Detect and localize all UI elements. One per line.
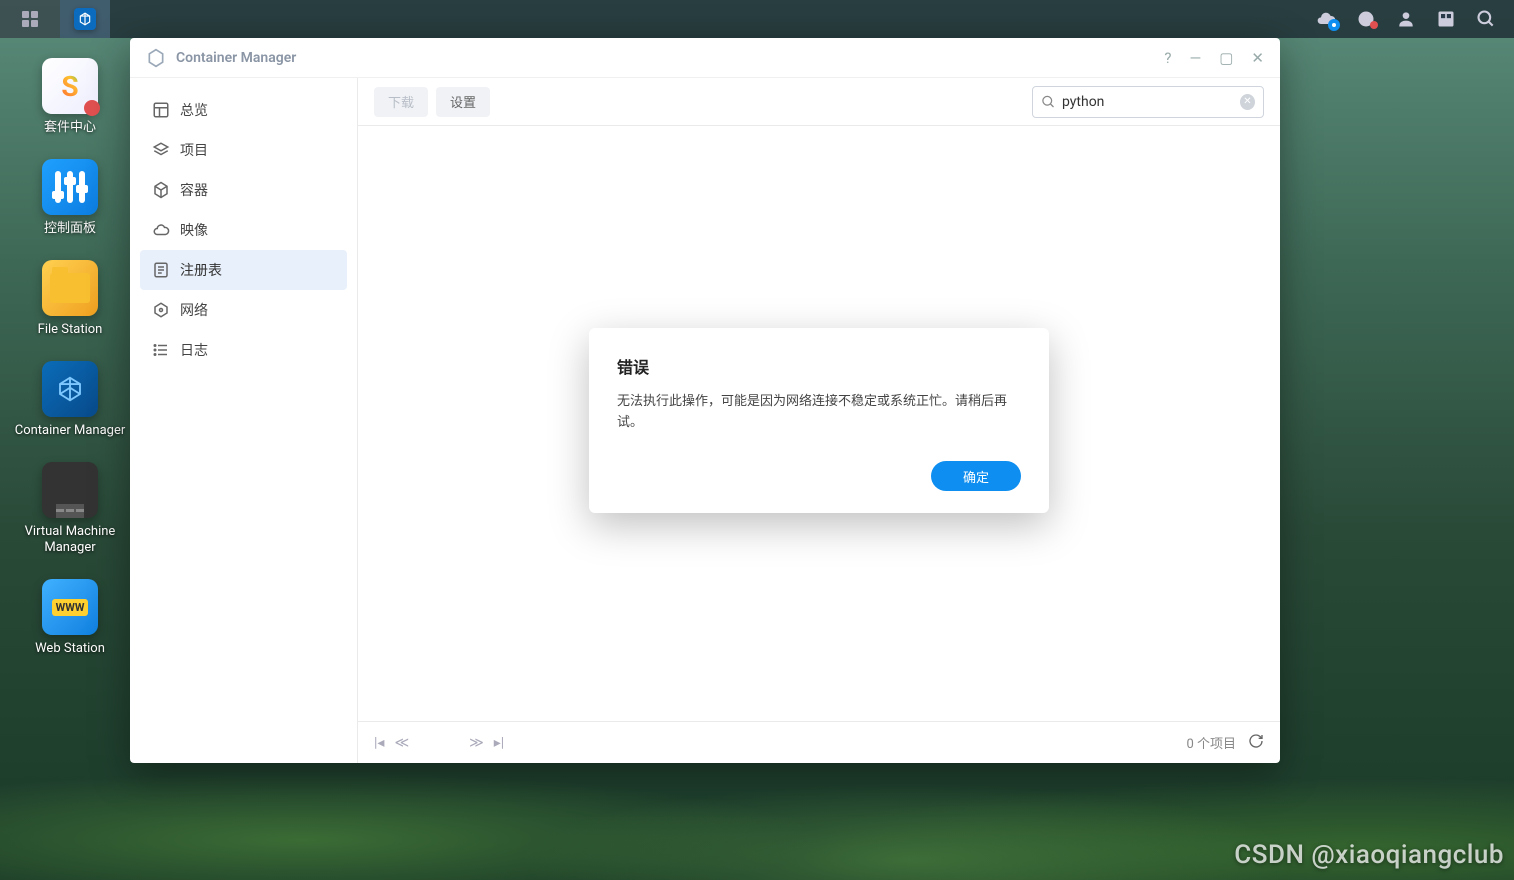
sidebar-item-container[interactable]: 容器 <box>140 170 347 210</box>
window-titlebar[interactable]: Container Manager ? — ▢ ✕ <box>130 38 1280 78</box>
minimize-button[interactable]: — <box>1190 49 1202 67</box>
user-icon[interactable] <box>1388 1 1424 37</box>
cloud-sync-icon[interactable] <box>1308 1 1344 37</box>
sidebar-item-overview[interactable]: 总览 <box>140 90 347 130</box>
main-panel: 下载 设置 ✕ |◂ ≪ ≫ ▸| 0 个项目 <box>358 78 1280 763</box>
list-icon <box>152 341 170 359</box>
sync-badge <box>1328 19 1340 31</box>
cube-icon <box>152 181 170 199</box>
widgets-icon[interactable] <box>1428 1 1464 37</box>
desktop-icon-vmm[interactable]: Virtual Machine Manager <box>10 454 130 572</box>
dashboard-icon <box>152 101 170 119</box>
help-button[interactable]: ? <box>1164 49 1171 67</box>
sidebar: 总览 项目 容器 映像 注册表 网络 <box>130 78 358 763</box>
sidebar-item-label: 项目 <box>180 140 208 160</box>
cloud-icon <box>152 221 170 239</box>
chat-icon[interactable] <box>1348 1 1384 37</box>
dialog-title: 错误 <box>617 354 1021 378</box>
apps-menu-button[interactable] <box>0 0 60 38</box>
desktop-icons: S 套件中心 控制面板 File Station Container Manag… <box>10 50 130 672</box>
grid-icon <box>21 10 39 28</box>
system-tray <box>1308 1 1514 37</box>
desktop-icon-control-panel[interactable]: 控制面板 <box>10 151 130 252</box>
container-manager-icon <box>42 361 98 417</box>
search-icon[interactable] <box>1468 1 1504 37</box>
desktop-icon-container-manager[interactable]: Container Manager <box>10 353 130 454</box>
package-center-icon: S <box>42 58 98 114</box>
ok-button[interactable]: 确定 <box>931 461 1021 491</box>
file-station-icon <box>42 260 98 316</box>
control-panel-icon <box>42 159 98 215</box>
taskbar-app-container-manager[interactable] <box>60 0 110 38</box>
maximize-button[interactable]: ▢ <box>1219 49 1233 67</box>
icon-label: 控制面板 <box>44 221 96 238</box>
desktop-icon-package-center[interactable]: S 套件中心 <box>10 50 130 151</box>
icon-label: 套件中心 <box>44 120 96 137</box>
desktop-icon-file-station[interactable]: File Station <box>10 252 130 353</box>
taskbar-left <box>0 0 110 38</box>
taskbar <box>0 0 1514 38</box>
container-manager-icon <box>74 8 96 30</box>
dialog-message: 无法执行此操作，可能是因为网络连接不稳定或系统正忙。请稍后再试。 <box>617 392 1021 434</box>
notification-dot <box>1370 21 1378 29</box>
sidebar-item-image[interactable]: 映像 <box>140 210 347 250</box>
watermark: CSDN @xiaoqiangclub <box>1234 840 1504 870</box>
close-button[interactable]: ✕ <box>1251 49 1264 67</box>
web-station-icon: WWW <box>42 579 98 635</box>
desktop-icon-web-station[interactable]: WWW Web Station <box>10 571 130 672</box>
icon-label: Virtual Machine Manager <box>25 524 116 558</box>
dialog-actions: 确定 <box>617 461 1021 491</box>
sidebar-item-label: 总览 <box>180 100 208 120</box>
layers-icon <box>152 141 170 159</box>
sidebar-item-label: 注册表 <box>180 260 222 280</box>
sidebar-item-network[interactable]: 网络 <box>140 290 347 330</box>
icon-label: File Station <box>38 322 103 339</box>
registry-icon <box>152 261 170 279</box>
network-icon <box>152 301 170 319</box>
sidebar-item-log[interactable]: 日志 <box>140 330 347 370</box>
sidebar-item-label: 网络 <box>180 300 208 320</box>
window-app-icon <box>146 48 166 68</box>
vmm-icon <box>42 462 98 518</box>
sidebar-item-label: 映像 <box>180 220 208 240</box>
error-dialog: 错误 无法执行此操作，可能是因为网络连接不稳定或系统正忙。请稍后再试。 确定 <box>589 328 1049 514</box>
icon-label: Container Manager <box>15 423 126 440</box>
sidebar-item-label: 日志 <box>180 340 208 360</box>
window-controls: ? — ▢ ✕ <box>1164 49 1264 67</box>
modal-overlay: 错误 无法执行此操作，可能是因为网络连接不稳定或系统正忙。请稍后再试。 确定 <box>358 78 1280 763</box>
app-window: Container Manager ? — ▢ ✕ 总览 项目 容器 映像 <box>130 38 1280 763</box>
window-body: 总览 项目 容器 映像 注册表 网络 <box>130 78 1280 763</box>
icon-label: Web Station <box>35 641 105 658</box>
sidebar-item-registry[interactable]: 注册表 <box>140 250 347 290</box>
window-title: Container Manager <box>176 50 1164 66</box>
sidebar-item-label: 容器 <box>180 180 208 200</box>
sidebar-item-project[interactable]: 项目 <box>140 130 347 170</box>
